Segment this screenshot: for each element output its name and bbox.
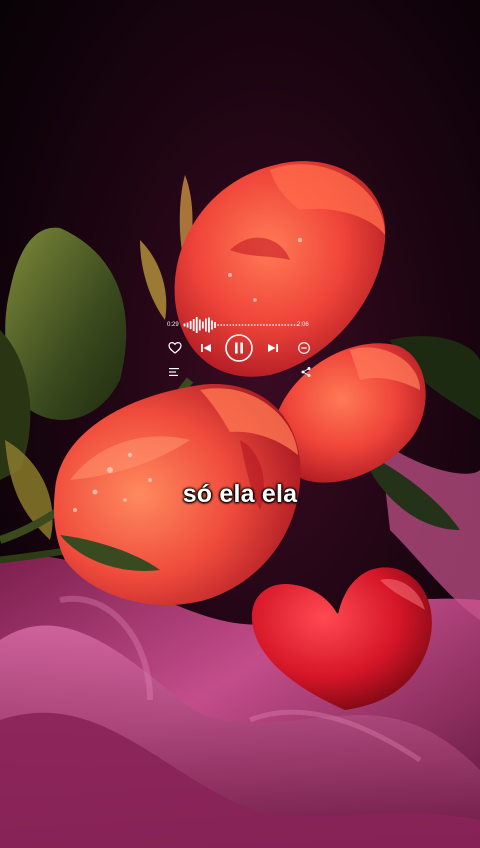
waveform-dot-remaining — [250, 324, 253, 326]
total-time: 2:06 — [297, 322, 309, 328]
waveform-bar-played — [192, 319, 195, 331]
waveform-bar-played — [183, 323, 186, 327]
waveform-progress-bar[interactable] — [183, 316, 299, 334]
waveform-dot-remaining — [244, 324, 247, 326]
waveform-dot-remaining — [293, 324, 296, 326]
waveform-dot-remaining — [284, 324, 287, 326]
waveform-dot-remaining — [226, 324, 229, 326]
waveform-bar-played — [189, 321, 192, 329]
waveform-dot-remaining — [278, 324, 281, 326]
waveform-dot-remaining — [235, 324, 238, 326]
waveform-dot-remaining — [217, 324, 220, 326]
pause-icon[interactable] — [224, 333, 254, 363]
waveform-bar-played — [195, 317, 198, 333]
waveform-dot-remaining — [232, 324, 235, 326]
waveform-dot-remaining — [247, 324, 250, 326]
waveform-dot-remaining — [256, 324, 259, 326]
waveform-dot-remaining — [259, 324, 262, 326]
waveform-dot-remaining — [275, 324, 278, 326]
waveform-dot-remaining — [253, 324, 256, 326]
waveform-dot-remaining — [241, 324, 244, 326]
skip-previous-icon[interactable] — [199, 341, 213, 355]
waveform-dot-remaining — [229, 324, 232, 326]
waveform-bar-played — [201, 321, 204, 329]
waveform-dot-remaining — [287, 324, 290, 326]
rose-background-image — [0, 0, 480, 848]
heart-icon[interactable] — [168, 341, 182, 355]
waveform-bar-played — [198, 319, 201, 331]
waveform-dot-remaining — [262, 324, 265, 326]
waveform-dot-remaining — [281, 324, 284, 326]
lyric-caption: só ela ela — [182, 480, 298, 508]
waveform-bar-played — [208, 317, 210, 333]
waveform-bar-played — [204, 318, 207, 332]
waveform-bar-played — [214, 322, 216, 328]
waveform-bar-played — [186, 322, 189, 328]
waveform-dot-remaining — [223, 324, 226, 326]
waveform-bar-played — [211, 320, 213, 330]
waveform-dot-remaining — [269, 324, 271, 326]
elapsed-time: 0:29 — [167, 322, 179, 328]
waveform-dot-remaining — [238, 324, 241, 326]
waveform-dot-remaining — [290, 324, 293, 326]
skip-next-icon[interactable] — [266, 341, 280, 355]
share-icon[interactable] — [300, 366, 312, 378]
waveform-dot-remaining — [266, 324, 268, 326]
lyrics-icon[interactable] — [168, 366, 180, 378]
minus-circle-icon[interactable] — [297, 341, 311, 355]
waveform-dot-remaining — [220, 324, 223, 326]
waveform-dot-remaining — [272, 324, 274, 326]
